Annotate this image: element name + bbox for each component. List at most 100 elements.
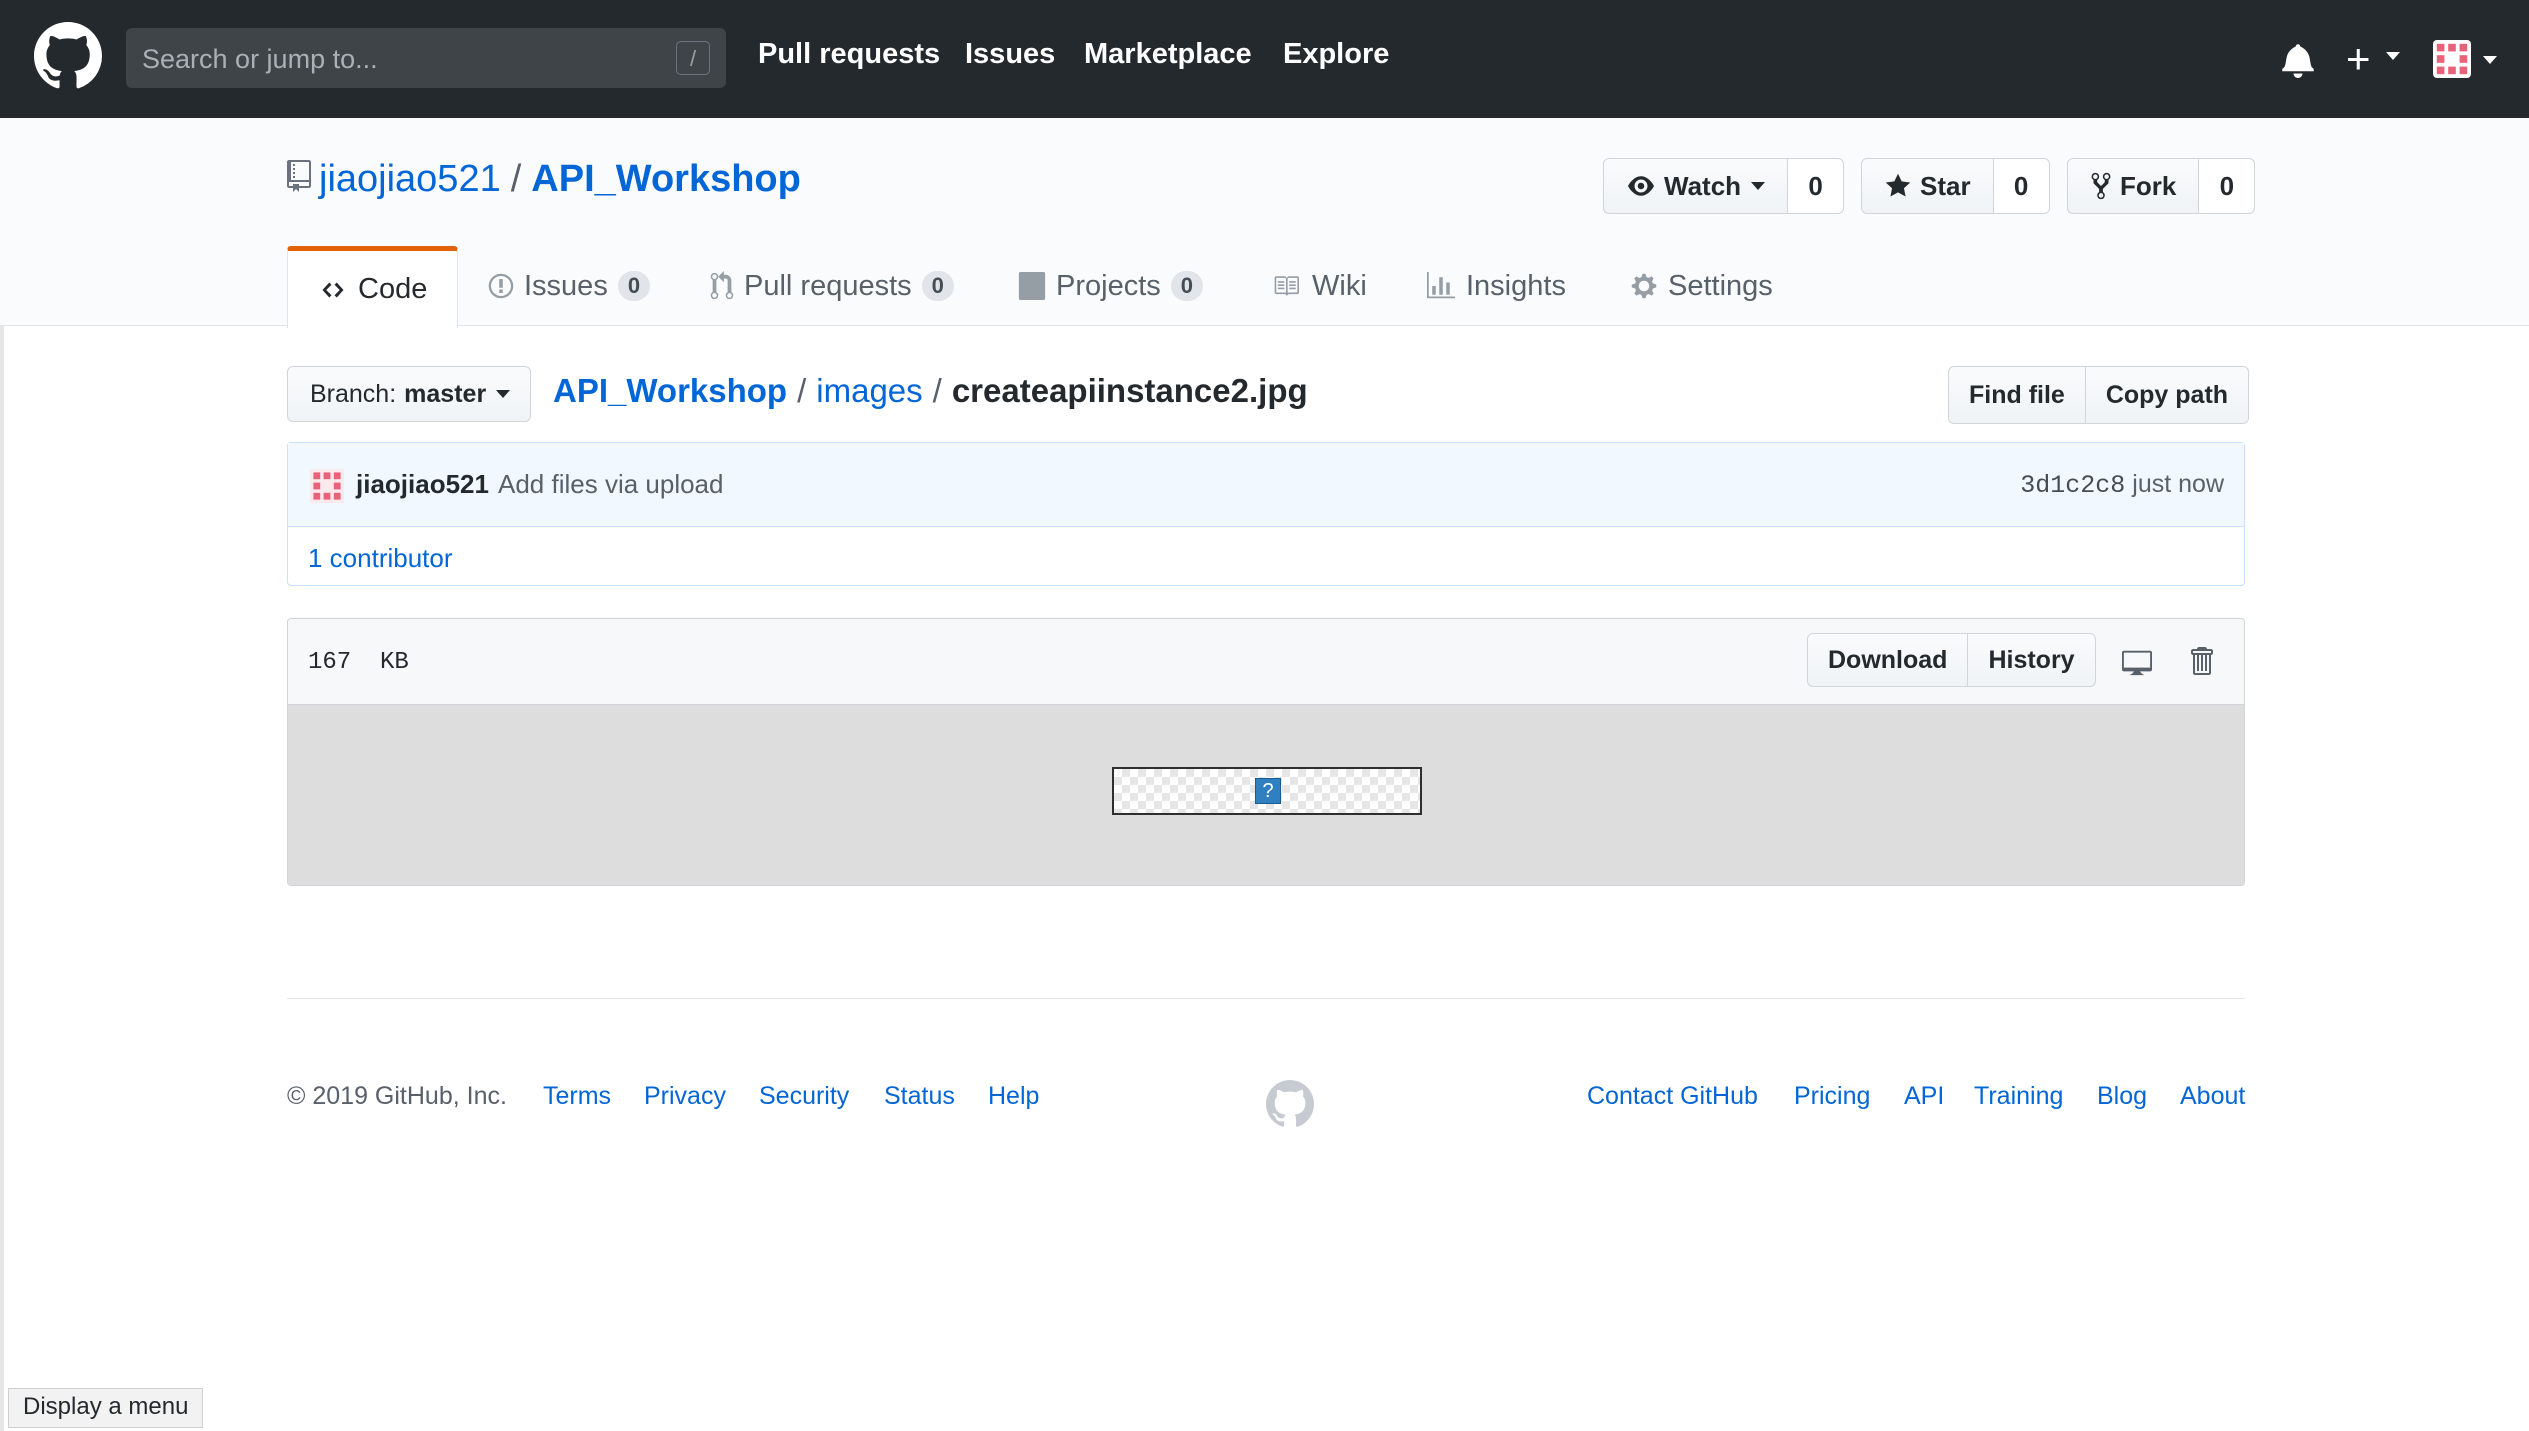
star-count[interactable]: 0 bbox=[1993, 158, 2050, 214]
commit-author-avatar[interactable] bbox=[310, 469, 344, 503]
watch-group: Watch 0 bbox=[1603, 158, 1845, 214]
eye-icon bbox=[1628, 176, 1654, 196]
footer-copyright: © 2019 GitHub, Inc. bbox=[287, 1082, 507, 1110]
breadcrumb-separator: / bbox=[932, 372, 942, 409]
search-box[interactable]: / bbox=[126, 28, 726, 90]
fork-group: Fork 0 bbox=[2067, 158, 2256, 214]
contributors-link[interactable]: 1 contributor bbox=[308, 543, 453, 574]
download-button[interactable]: Download bbox=[1807, 633, 1969, 687]
broken-image-icon: ? bbox=[1255, 778, 1281, 804]
file-action-buttons: Download History bbox=[1807, 633, 2096, 687]
nav-issues[interactable]: Issues bbox=[965, 38, 1055, 71]
branch-caret-icon bbox=[496, 390, 511, 398]
find-file-button[interactable]: Find file bbox=[1948, 366, 2086, 424]
create-new-plus-icon[interactable]: + bbox=[2346, 38, 2371, 80]
nav-explore[interactable]: Explore bbox=[1283, 38, 1389, 71]
trash-icon[interactable] bbox=[2188, 645, 2214, 682]
latest-commit-row: jiaojiao521 Add files via upload 3d1c2c8… bbox=[288, 443, 2244, 527]
copy-path-button[interactable]: Copy path bbox=[2085, 366, 2250, 424]
fork-label: Fork bbox=[2120, 170, 2177, 201]
notifications-bell-icon[interactable] bbox=[2282, 42, 2314, 83]
code-icon bbox=[322, 282, 344, 297]
footer-link-training[interactable]: Training bbox=[1974, 1082, 2063, 1111]
watch-label: Watch bbox=[1664, 170, 1742, 201]
file-nav-button-group: Find file Copy path bbox=[1948, 366, 2250, 424]
search-input[interactable] bbox=[140, 28, 664, 90]
gear-icon bbox=[1631, 273, 1657, 299]
tab-code[interactable]: Code bbox=[287, 246, 459, 328]
star-icon bbox=[1885, 173, 1911, 197]
footer-link-blog[interactable]: Blog bbox=[2097, 1082, 2147, 1111]
tab-pull-requests[interactable]: Pull requests 0 bbox=[710, 246, 954, 326]
commit-message[interactable]: Add files via upload bbox=[498, 469, 723, 500]
tab-issues-count: 0 bbox=[617, 271, 651, 301]
commit-time: just now bbox=[2132, 470, 2224, 498]
tab-insights[interactable]: Insights bbox=[1426, 246, 1566, 326]
nav-pull-requests[interactable]: Pull requests bbox=[758, 38, 940, 71]
create-new-caret-icon[interactable] bbox=[2386, 52, 2400, 60]
footer-link-security[interactable]: Security bbox=[759, 1082, 849, 1111]
user-menu-caret-icon[interactable] bbox=[2483, 56, 2497, 64]
repo-title-separator: / bbox=[510, 158, 522, 200]
footer-link-about[interactable]: About bbox=[2180, 1082, 2245, 1111]
watch-button[interactable]: Watch bbox=[1603, 158, 1789, 214]
desktop-icon[interactable] bbox=[2120, 647, 2154, 682]
image-preview-area: ? bbox=[288, 705, 2244, 885]
star-button[interactable]: Star bbox=[1861, 158, 1994, 214]
book-icon bbox=[1274, 276, 1299, 296]
tab-code-label: Code bbox=[358, 273, 428, 305]
footer-link-pricing[interactable]: Pricing bbox=[1794, 1082, 1870, 1111]
breadcrumb-images-link[interactable]: images bbox=[816, 372, 922, 409]
breadcrumb-repo-link[interactable]: API_Workshop bbox=[553, 372, 787, 409]
tab-projects-count: 0 bbox=[1170, 271, 1204, 301]
footer-link-contact-github[interactable]: Contact GitHub bbox=[1587, 1082, 1758, 1111]
file-breadcrumb: API_Workshop / images / createapiinstance2.j… bbox=[553, 372, 1308, 410]
star-group: Star 0 bbox=[1861, 158, 2050, 214]
fork-count[interactable]: 0 bbox=[2199, 158, 2256, 214]
branch-name: master bbox=[404, 379, 487, 408]
file-viewer: 167 KB Download History ? bbox=[287, 618, 2245, 886]
commit-sha-link[interactable]: 3d1c2c8 bbox=[2020, 471, 2125, 500]
footer-link-help[interactable]: Help bbox=[988, 1082, 1039, 1111]
commit-meta: 3d1c2c8 just now bbox=[2020, 470, 2224, 500]
fork-icon bbox=[2091, 172, 2111, 200]
tab-issues[interactable]: Issues 0 bbox=[488, 246, 651, 326]
pull-request-icon bbox=[710, 271, 734, 300]
tab-wiki[interactable]: Wiki bbox=[1270, 246, 1367, 326]
branch-label: Branch: bbox=[310, 379, 397, 408]
history-button[interactable]: History bbox=[1968, 633, 2096, 687]
tab-issues-label: Issues bbox=[524, 269, 608, 302]
tab-projects-label: Projects bbox=[1056, 269, 1161, 302]
search-shortcut-hint: / bbox=[676, 41, 710, 75]
tab-projects[interactable]: Projects 0 bbox=[1018, 246, 1204, 326]
repo-name-link[interactable]: API_Workshop bbox=[531, 158, 801, 200]
watch-count[interactable]: 0 bbox=[1788, 158, 1845, 214]
file-size: 167 KB bbox=[308, 649, 409, 676]
breadcrumb-separator: / bbox=[797, 372, 807, 409]
repo-icon bbox=[287, 159, 311, 202]
footer-link-api[interactable]: API bbox=[1904, 1082, 1944, 1111]
repo-owner-link[interactable]: jiaojiao521 bbox=[319, 158, 501, 200]
branch-select-button[interactable]: Branch: master bbox=[287, 366, 531, 422]
project-icon bbox=[1018, 272, 1046, 300]
tab-settings[interactable]: Settings bbox=[1630, 246, 1773, 326]
tab-settings-label: Settings bbox=[1668, 269, 1773, 302]
footer-link-terms[interactable]: Terms bbox=[543, 1082, 611, 1111]
footer-link-status[interactable]: Status bbox=[884, 1082, 955, 1111]
watch-caret-icon bbox=[1751, 182, 1766, 190]
tab-pull-requests-count: 0 bbox=[921, 271, 954, 301]
commit-box: jiaojiao521 Add files via upload 3d1c2c8… bbox=[287, 442, 2245, 586]
footer-link-privacy[interactable]: Privacy bbox=[644, 1082, 726, 1111]
commit-author-link[interactable]: jiaojiao521 bbox=[356, 469, 489, 500]
tab-wiki-label: Wiki bbox=[1312, 269, 1367, 302]
top-header: / Pull requests Issues Marketplace Explo… bbox=[0, 0, 2529, 118]
footer-github-mark-icon[interactable] bbox=[1266, 1080, 1314, 1133]
user-avatar[interactable] bbox=[2433, 40, 2471, 78]
tab-insights-label: Insights bbox=[1466, 269, 1566, 302]
nav-marketplace[interactable]: Marketplace bbox=[1084, 38, 1252, 71]
github-logo-icon[interactable] bbox=[34, 22, 102, 90]
fork-button[interactable]: Fork bbox=[2067, 158, 2200, 214]
footer-divider bbox=[287, 998, 2245, 999]
repo-title: jiaojiao521/API_Workshop bbox=[287, 158, 801, 202]
star-label: Star bbox=[1920, 170, 1971, 201]
